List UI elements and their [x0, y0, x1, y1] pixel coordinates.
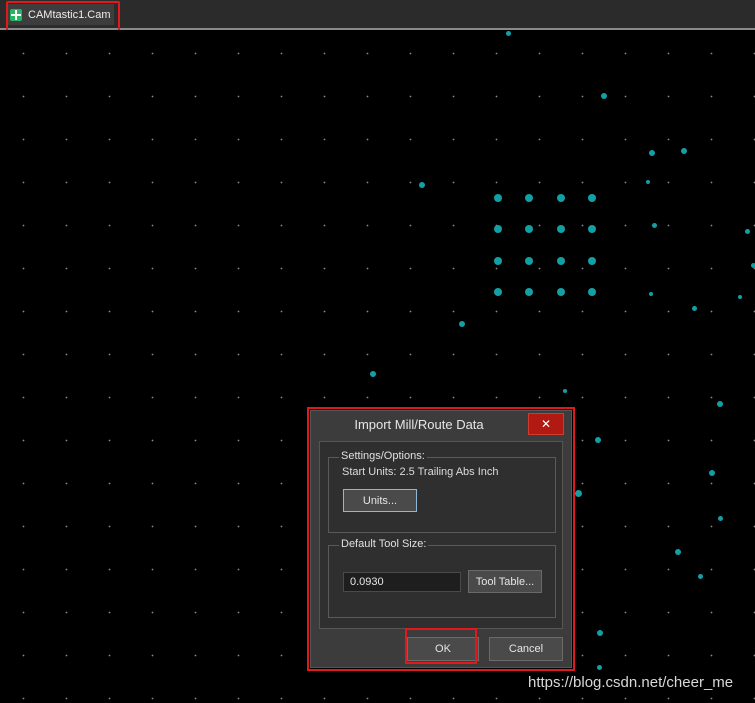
drill-pad: [525, 288, 533, 296]
default-tool-size-group: Default Tool Size: Tool Table...: [328, 538, 556, 618]
settings-options-group: Settings/Options: Start Units: 2.5 Trail…: [328, 450, 556, 533]
drill-pad: [697, 573, 703, 579]
drill-pad: [525, 257, 533, 265]
drill-pad: [525, 194, 533, 202]
tool-table-button[interactable]: Tool Table...: [468, 570, 542, 593]
drill-pad: [717, 515, 723, 521]
drill-pad: [557, 288, 565, 296]
drill-pad: [494, 257, 502, 265]
start-units-text: Start Units: 2.5 Trailing Abs Inch: [342, 466, 499, 478]
drill-pad: [557, 194, 565, 202]
drill-pad: [370, 371, 376, 377]
drill-pad: [557, 225, 565, 233]
drill-pad: [681, 148, 687, 154]
drill-pad: [525, 225, 533, 233]
drill-pad: [505, 30, 511, 36]
drill-pad: [601, 93, 607, 99]
drill-pad: [494, 225, 502, 233]
drill-pad: [649, 150, 655, 156]
drill-pad: [691, 305, 697, 311]
drill-pad: [597, 630, 603, 636]
drill-pad: [646, 180, 650, 184]
close-icon: ✕: [540, 417, 552, 431]
default-tool-size-label: Default Tool Size:: [339, 538, 429, 550]
drill-pad: [750, 262, 755, 268]
dialog-panel: Settings/Options: Start Units: 2.5 Trail…: [319, 441, 563, 629]
drill-pad: [557, 257, 565, 265]
drill-pad: [709, 470, 715, 476]
drill-pad: [588, 225, 596, 233]
drill-pad: [494, 288, 502, 296]
close-button[interactable]: ✕: [528, 413, 564, 435]
drill-pad: [574, 489, 582, 497]
dialog-title: Import Mill/Route Data: [354, 417, 484, 432]
drill-pad: [596, 664, 602, 670]
drill-pad: [588, 194, 596, 202]
units-button[interactable]: Units...: [343, 489, 417, 512]
drill-pad: [744, 228, 750, 234]
drill-pad: [588, 288, 596, 296]
ok-highlight-box: [405, 628, 477, 664]
drill-pad: [494, 194, 502, 202]
drill-pad: [738, 295, 742, 299]
watermark-text: https://blog.csdn.net/cheer_me: [528, 674, 734, 691]
settings-options-label: Settings/Options:: [339, 450, 427, 462]
tool-size-input[interactable]: [343, 572, 461, 592]
drill-pad: [588, 257, 596, 265]
drill-pad: [419, 182, 425, 188]
drill-pad: [651, 222, 657, 228]
drill-pad: [459, 321, 465, 327]
drill-pad: [717, 401, 723, 407]
drill-pad: [649, 292, 653, 296]
cancel-button[interactable]: Cancel: [489, 637, 563, 661]
drill-pad: [595, 437, 601, 443]
drill-pad: [563, 389, 567, 393]
drill-pad: [675, 549, 681, 555]
